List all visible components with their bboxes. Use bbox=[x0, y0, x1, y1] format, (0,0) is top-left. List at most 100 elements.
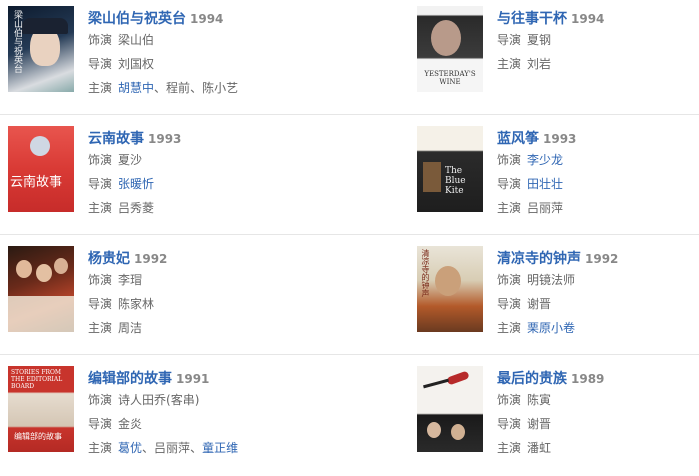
row-divider bbox=[0, 114, 699, 115]
director-label: 导演 bbox=[497, 417, 522, 431]
director-row: 导演 田壮壮 bbox=[497, 172, 699, 196]
director-label: 导演 bbox=[88, 177, 113, 191]
cast-name: 潘虹 bbox=[527, 441, 552, 455]
film-title-link[interactable]: 杨贵妃 bbox=[88, 251, 130, 267]
director-name: 刘国权 bbox=[118, 57, 155, 71]
poster-title: YESTERDAY'S WINE bbox=[424, 70, 476, 86]
role-label: 饰演 bbox=[88, 33, 113, 47]
role-link[interactable]: 李少龙 bbox=[527, 153, 563, 167]
role-label: 饰演 bbox=[497, 273, 522, 287]
director-row: 主演 刘岩 bbox=[497, 52, 699, 76]
film-info: 最后的贵族 1989 饰演 陈寅 导演 谢晋 主演 潘虹 bbox=[497, 368, 699, 460]
film-poster[interactable]: 梁山伯与祝英台 bbox=[8, 6, 74, 92]
film-card: 杨贵妃 1992 饰演 李瑁 导演 陈家林 主演 周洁 bbox=[8, 246, 338, 342]
cast-label: 主演 bbox=[497, 441, 522, 455]
filmography-grid: 梁山伯与祝英台 梁山伯与祝英台 1994 饰演 梁山伯 导演 刘国权 主演 胡慧中、程前… bbox=[0, 0, 699, 476]
role-label: 导演 bbox=[497, 33, 522, 47]
role-label: 饰演 bbox=[88, 393, 113, 407]
film-info: 云南故事 1993 饰演 夏沙 导演 张暖忻 主演 吕秀菱 bbox=[88, 128, 338, 220]
film-poster[interactable]: YESTERDAY'S WINE bbox=[417, 6, 483, 92]
film-year: 1991 bbox=[176, 372, 210, 386]
cast-label: 主演 bbox=[88, 81, 113, 95]
role-label: 饰演 bbox=[88, 273, 113, 287]
film-poster[interactable]: 清凉寺的钟声 bbox=[417, 246, 483, 332]
film-poster[interactable] bbox=[8, 246, 74, 332]
director-label: 导演 bbox=[88, 417, 113, 431]
cast-label: 主演 bbox=[88, 201, 113, 215]
film-title-link[interactable]: 最后的贵族 bbox=[497, 371, 567, 387]
poster-title: 云南故事 bbox=[10, 175, 63, 190]
film-year: 1993 bbox=[543, 132, 577, 146]
film-info: 与往事干杯 1994 导演 夏钢 主演 刘岩 bbox=[497, 8, 699, 76]
cast-name: 吕秀菱 bbox=[118, 201, 155, 215]
film-title-link[interactable]: 清凉寺的钟声 bbox=[497, 251, 581, 267]
director-row: 导演 谢晋 bbox=[497, 412, 699, 436]
director-name: 谢晋 bbox=[527, 297, 552, 311]
role-row: 饰演 明镜法师 bbox=[497, 268, 699, 292]
cast-link[interactable]: 胡慧中 bbox=[118, 81, 154, 95]
film-year: 1994 bbox=[190, 12, 224, 26]
film-poster[interactable] bbox=[417, 366, 483, 452]
role-value: 陈寅 bbox=[527, 393, 552, 407]
film-year: 1989 bbox=[571, 372, 605, 386]
cast-name: 程前 bbox=[166, 81, 191, 95]
director-row: 导演 刘国权 bbox=[88, 52, 338, 76]
cast-label: 主演 bbox=[497, 201, 522, 215]
film-poster[interactable]: The Blue Kite bbox=[417, 126, 483, 212]
role-row: 导演 夏钢 bbox=[497, 28, 699, 52]
role-row: 饰演 诗人田乔(客串) bbox=[88, 388, 338, 412]
film-info: 清凉寺的钟声 1992 饰演 明镜法师 导演 谢晋 主演 栗原小卷 bbox=[497, 248, 699, 340]
film-title-link[interactable]: 蓝风筝 bbox=[497, 131, 539, 147]
film-title-link[interactable]: 云南故事 bbox=[88, 131, 144, 147]
cast-label: 主演 bbox=[497, 321, 522, 335]
film-info: 编辑部的故事 1991 饰演 诗人田乔(客串) 导演 金炎 主演 葛优、吕丽萍、童正维 bbox=[88, 368, 338, 460]
cast-row: 主演 吕丽萍 bbox=[497, 196, 699, 220]
film-year: 1992 bbox=[585, 252, 619, 266]
poster-subtitle: 编辑部的故事 bbox=[14, 432, 62, 441]
role-value: 梁山伯 bbox=[118, 33, 155, 47]
role-row: 饰演 夏沙 bbox=[88, 148, 338, 172]
poster-title: 清凉寺的钟声 bbox=[421, 249, 430, 297]
cast-name: 陈小艺 bbox=[202, 81, 239, 95]
film-title-link[interactable]: 梁山伯与祝英台 bbox=[88, 11, 186, 27]
film-title-link[interactable]: 与往事干杯 bbox=[497, 11, 567, 27]
director-row: 导演 张暖忻 bbox=[88, 172, 338, 196]
film-card: YESTERDAY'S WINE 与往事干杯 1994 导演 夏钢 主演 刘岩 bbox=[417, 6, 699, 102]
film-info: 蓝风筝 1993 饰演 李少龙 导演 田壮壮 主演 吕丽萍 bbox=[497, 128, 699, 220]
poster-title: 梁山伯与祝英台 bbox=[12, 10, 22, 73]
film-card: 清凉寺的钟声 清凉寺的钟声 1992 饰演 明镜法师 导演 谢晋 主演 栗原小卷 bbox=[417, 246, 699, 342]
cast-label: 主演 bbox=[88, 441, 113, 455]
poster-title: The Blue Kite bbox=[445, 166, 466, 196]
role-label: 饰演 bbox=[497, 393, 522, 407]
film-info: 杨贵妃 1992 饰演 李瑁 导演 陈家林 主演 周洁 bbox=[88, 248, 338, 340]
role-value: 夏钢 bbox=[527, 33, 552, 47]
role-label: 饰演 bbox=[497, 153, 522, 167]
role-value: 诗人田乔(客串) bbox=[118, 393, 200, 407]
director-link[interactable]: 田壮壮 bbox=[527, 177, 563, 191]
role-row: 饰演 李少龙 bbox=[497, 148, 699, 172]
cast-row: 主演 栗原小卷 bbox=[497, 316, 699, 340]
film-poster[interactable]: STORIES FROM THE EDITORIAL BOARD 编辑部的故事 bbox=[8, 366, 74, 452]
cast-link[interactable]: 葛优 bbox=[118, 441, 142, 455]
cast-link[interactable]: 栗原小卷 bbox=[527, 321, 575, 335]
cast-name: 吕丽萍 bbox=[154, 441, 191, 455]
cast-row: 主演 胡慧中、程前、陈小艺 bbox=[88, 81, 239, 95]
cast-label: 主演 bbox=[497, 57, 522, 71]
role-row: 饰演 李瑁 bbox=[88, 268, 338, 292]
director-row: 导演 谢晋 bbox=[497, 292, 699, 316]
row-divider bbox=[0, 234, 699, 235]
cast-label: 主演 bbox=[88, 321, 113, 335]
director-label: 导演 bbox=[88, 297, 113, 311]
director-link[interactable]: 张暖忻 bbox=[118, 177, 154, 191]
director-name: 金炎 bbox=[118, 417, 143, 431]
film-card: STORIES FROM THE EDITORIAL BOARD 编辑部的故事 … bbox=[8, 366, 338, 462]
role-value: 李瑁 bbox=[118, 273, 143, 287]
film-poster[interactable]: 云南故事 bbox=[8, 126, 74, 212]
film-title-link[interactable]: 编辑部的故事 bbox=[88, 371, 172, 387]
cast-name: 周洁 bbox=[118, 321, 143, 335]
film-card: 云南故事 云南故事 1993 饰演 夏沙 导演 张暖忻 主演 吕秀菱 bbox=[8, 126, 338, 222]
cast-link[interactable]: 童正维 bbox=[202, 441, 238, 455]
film-card: 梁山伯与祝英台 梁山伯与祝英台 1994 饰演 梁山伯 导演 刘国权 主演 胡慧中、程前… bbox=[8, 6, 338, 102]
director-name: 谢晋 bbox=[527, 417, 552, 431]
cast-row: 主演 吕秀菱 bbox=[88, 196, 338, 220]
